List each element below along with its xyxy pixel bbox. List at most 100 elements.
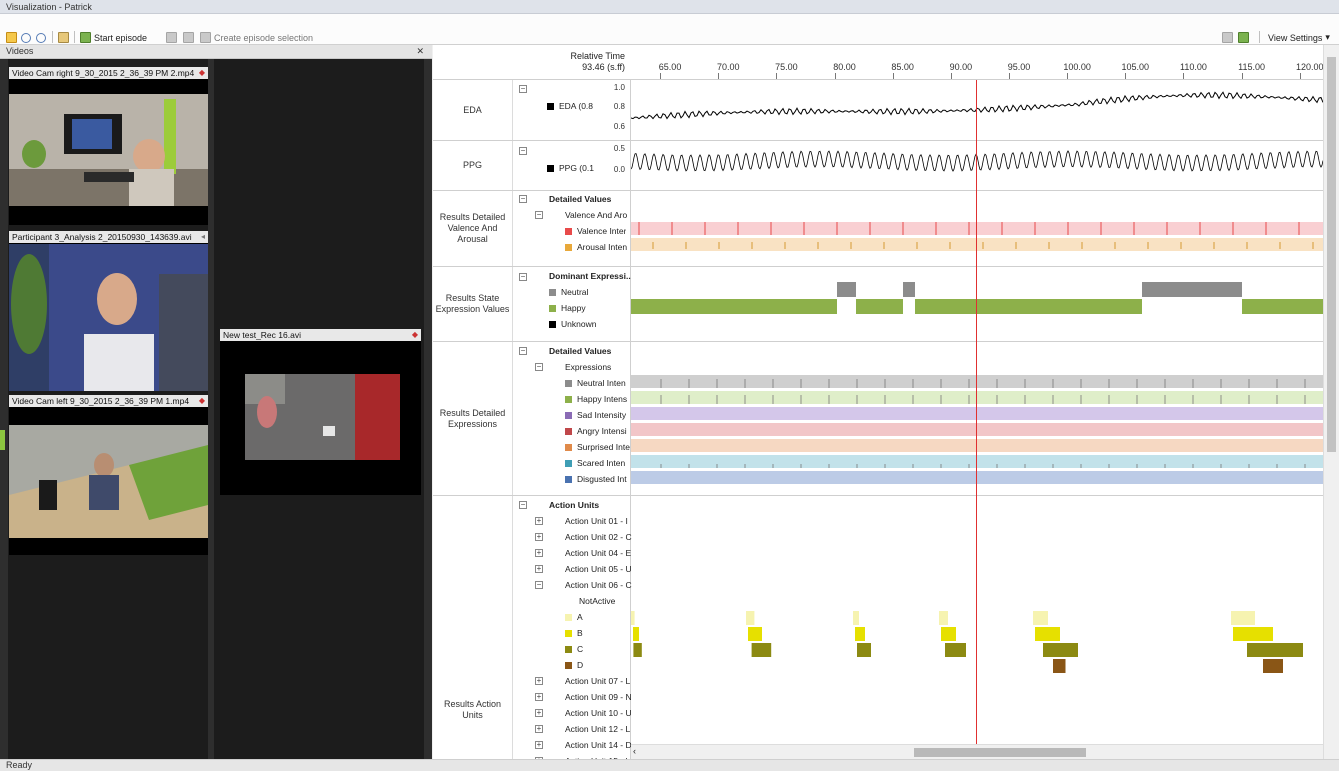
episode-tool-button-2[interactable] xyxy=(183,31,197,44)
expression-legend-item[interactable]: Surprised Inte xyxy=(565,441,630,453)
state-group: Dominant Expressi.. xyxy=(549,271,631,281)
collapse-toggle[interactable]: − xyxy=(519,501,527,509)
episode-tool-button[interactable] xyxy=(166,31,180,44)
select-tool-button[interactable] xyxy=(6,31,20,44)
zoom-out-button[interactable] xyxy=(36,31,49,44)
time-tick-label: 90.00 xyxy=(949,62,973,72)
action-unit-item[interactable]: C xyxy=(565,643,583,655)
zoom-in-button[interactable] xyxy=(21,31,34,44)
video-tile[interactable]: Video Cam right 9_30_2015 2_36_39 PM 2.m… xyxy=(9,67,208,225)
action-unit-item[interactable]: Action Unit 09 - N xyxy=(565,691,632,703)
expand-toggle[interactable]: + xyxy=(535,565,543,573)
toolbar-separator xyxy=(52,31,53,43)
action-unit-item[interactable]: A xyxy=(565,611,583,623)
expressions-controls: − Detailed Values − Expressions Neutral … xyxy=(513,342,631,495)
expand-toggle[interactable]: − xyxy=(535,581,543,589)
ppg-legend[interactable]: PPG (0.1 xyxy=(547,162,594,174)
actions-plot[interactable] xyxy=(631,496,1323,759)
ppg-ytick: 0.0 xyxy=(613,165,625,174)
expression-legend-item[interactable]: Happy Intens xyxy=(565,393,627,405)
video-tile[interactable]: New test_Rec 16.avi ◆ xyxy=(220,329,421,495)
collapse-toggle[interactable]: − xyxy=(519,195,527,203)
action-unit-item[interactable]: Action Unit 10 - U xyxy=(565,707,632,719)
start-episode-button[interactable]: Start episode xyxy=(80,31,147,44)
collapse-toggle[interactable]: − xyxy=(519,273,527,281)
expression-legend-item[interactable]: Sad Intensity xyxy=(565,409,626,421)
action-unit-item[interactable]: Action Unit 01 - I xyxy=(565,515,628,527)
ppg-plot[interactable] xyxy=(631,141,1323,190)
action-unit-item[interactable]: B xyxy=(565,627,583,639)
action-unit-item[interactable]: Action Unit 05 - U xyxy=(565,563,632,575)
action-unit-item[interactable]: Action Unit 06 - C xyxy=(565,579,632,591)
pin-icon[interactable]: ◆ xyxy=(199,396,205,405)
scroll-thumb[interactable] xyxy=(914,748,1086,757)
camera-button[interactable] xyxy=(1222,31,1236,44)
collapse-toggle[interactable]: − xyxy=(535,363,543,371)
unknown-legend[interactable]: Unknown xyxy=(549,318,596,330)
valence-legend[interactable]: Valence Inter xyxy=(565,225,626,237)
neutral-legend[interactable]: Neutral xyxy=(549,286,588,298)
collapse-toggle[interactable]: − xyxy=(519,147,527,155)
expand-toggle[interactable]: + xyxy=(535,709,543,717)
collapse-toggle[interactable]: − xyxy=(519,85,527,93)
action-unit-block xyxy=(855,627,865,641)
action-unit-item[interactable]: D xyxy=(565,659,583,671)
video-tile[interactable]: Video Cam left 9_30_2015 2_36_39 PM 1.mp… xyxy=(9,395,208,555)
action-unit-block xyxy=(1033,611,1048,625)
action-unit-item[interactable]: Action Unit 04 - E xyxy=(565,547,631,559)
action-unit-item[interactable]: NotActive xyxy=(579,595,615,607)
valence-plot[interactable] xyxy=(631,191,1323,266)
action-unit-block xyxy=(633,643,642,657)
time-tick-mark xyxy=(892,73,894,79)
action-unit-item[interactable]: Action Unit 07 - L xyxy=(565,675,630,687)
time-cursor[interactable] xyxy=(976,80,977,759)
video-tile[interactable]: Participant 3_Analysis 2_20150930_143639… xyxy=(9,231,208,391)
collapse-toggle[interactable]: − xyxy=(519,347,527,355)
happy-legend[interactable]: Happy xyxy=(549,302,586,314)
expand-toggle[interactable]: + xyxy=(535,741,543,749)
speaker-icon[interactable]: ◂ xyxy=(201,232,205,241)
state-plot[interactable] xyxy=(631,267,1323,341)
close-icon[interactable]: ✕ xyxy=(416,46,424,57)
expand-toggle[interactable]: + xyxy=(535,725,543,733)
valence-group: Detailed Values xyxy=(549,194,612,204)
neutral-segment xyxy=(903,282,915,297)
scroll-thumb[interactable] xyxy=(1327,57,1336,452)
expand-toggle[interactable]: + xyxy=(535,549,543,557)
create-episode-selection-button[interactable]: Create episode selection xyxy=(200,31,313,44)
video-frame xyxy=(9,94,208,206)
expand-toggle[interactable]: + xyxy=(535,517,543,525)
expression-legend-item[interactable]: Disgusted Int xyxy=(565,473,627,485)
time-tick-mark xyxy=(718,73,720,79)
expression-legend-item[interactable]: Angry Intensi xyxy=(565,425,627,437)
action-unit-item[interactable]: Action Unit 02 - C xyxy=(565,531,632,543)
export-button[interactable] xyxy=(1238,31,1252,44)
expression-legend-item[interactable]: Neutral Inten xyxy=(565,377,626,389)
eda-plot[interactable] xyxy=(631,80,1323,140)
action-unit-block xyxy=(941,627,956,641)
vertical-scrollbar[interactable] xyxy=(1323,45,1339,759)
pin-icon[interactable]: ◆ xyxy=(199,68,205,77)
horizontal-scrollbar[interactable]: ‹ xyxy=(631,744,1323,759)
expand-toggle[interactable]: + xyxy=(535,693,543,701)
eda-legend[interactable]: EDA (0.8 xyxy=(547,100,593,112)
expand-toggle[interactable]: + xyxy=(535,677,543,685)
scroll-left-icon[interactable]: ‹ xyxy=(633,746,636,756)
legend-swatch xyxy=(549,288,556,296)
arousal-legend[interactable]: Arousal Inten xyxy=(565,241,627,253)
videos-panel-title: Videos xyxy=(6,46,34,56)
videos-panel-header: Videos ✕ xyxy=(0,45,432,59)
pin-icon[interactable]: ◆ xyxy=(412,330,418,339)
view-settings-dropdown[interactable]: View Settings ▾ xyxy=(1268,31,1330,44)
video-caption: New test_Rec 16.avi xyxy=(220,329,421,341)
expressions-plot[interactable] xyxy=(631,342,1323,495)
valence-row: Results Detailed Valence And Arousal − D… xyxy=(433,191,1323,267)
green-tab[interactable] xyxy=(0,430,5,450)
expand-toggle[interactable]: + xyxy=(535,533,543,541)
action-unit-item[interactable]: Action Unit 12 - L xyxy=(565,723,630,735)
action-unit-item[interactable]: Action Unit 14 - D xyxy=(565,739,632,751)
expression-legend-item[interactable]: Scared Inten xyxy=(565,457,625,469)
edit-button[interactable] xyxy=(58,31,72,44)
collapse-toggle[interactable]: − xyxy=(535,211,543,219)
time-tick-mark xyxy=(1241,73,1243,79)
